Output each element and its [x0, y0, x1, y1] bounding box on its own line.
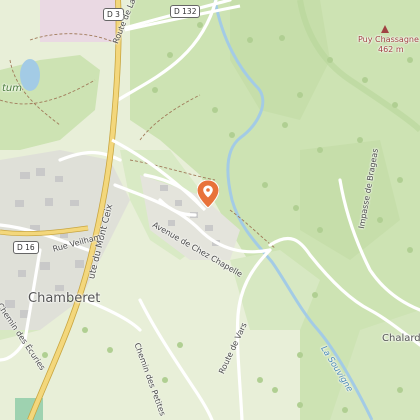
peak-elevation-label: 462 m	[378, 45, 404, 54]
map-view[interactable]: D 3 D 132 D 16 Puy Chassagne 462 m Chamb…	[0, 0, 420, 420]
road-shield-d132: D 132	[170, 5, 201, 18]
peak-icon	[381, 25, 389, 33]
location-pin-icon[interactable]	[196, 179, 220, 209]
area-label-tum: tum	[2, 83, 22, 94]
place-label-chalard: Chalard	[382, 333, 420, 344]
road-shield-d16: D 16	[13, 241, 39, 254]
peak-name-label: Puy Chassagne	[358, 35, 419, 44]
place-label-chamberet: Chamberet	[28, 291, 101, 306]
